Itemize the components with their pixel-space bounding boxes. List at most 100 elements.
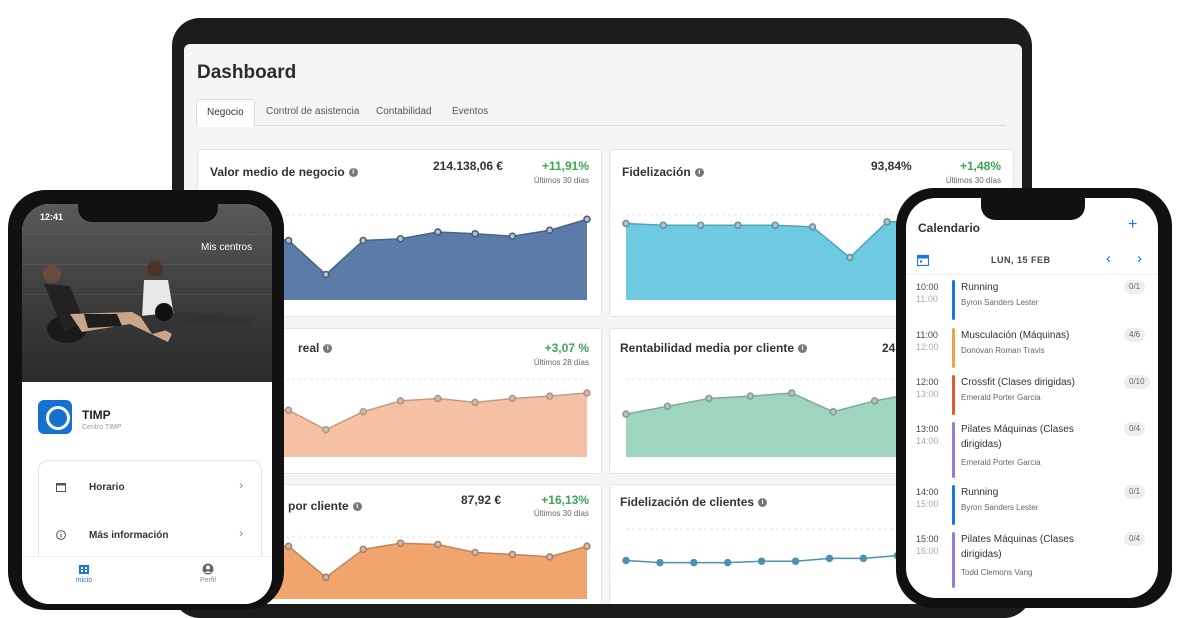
nav-label: Perfil: [200, 577, 216, 584]
event-title: Running: [961, 487, 999, 498]
chart-point[interactable]: [359, 545, 367, 554]
chevron-right-icon: ›: [239, 480, 243, 492]
card-title: por cliente: [288, 499, 349, 513]
chart-point[interactable]: [846, 253, 854, 262]
event-end-time: 16:00: [916, 546, 939, 556]
chart-point[interactable]: [771, 221, 779, 229]
chart-point[interactable]: [583, 389, 591, 397]
calendar-event[interactable]: 12:00 13:00 Crossfit (Clases dirigidas) Eme…: [906, 375, 1158, 415]
tab-control-asistencia[interactable]: Control de asistencia: [256, 99, 369, 125]
chart-point[interactable]: [705, 394, 713, 403]
event-color-bar: [952, 375, 955, 415]
chart-point[interactable]: [656, 558, 664, 567]
calendar-event[interactable]: 11:00 12:00 Musculación (Máquinas) Donovan …: [906, 328, 1158, 368]
nav-perfil[interactable]: Perfil: [178, 563, 238, 584]
event-color-bar: [952, 532, 955, 588]
card-period: Últimos 30 días: [945, 176, 1001, 185]
tab-eventos[interactable]: Eventos: [442, 99, 498, 125]
chart-point[interactable]: [583, 542, 591, 551]
chart-point[interactable]: [359, 236, 367, 245]
info-icon[interactable]: i: [758, 498, 768, 508]
tab-negocio[interactable]: Negocio: [196, 99, 255, 127]
chart-point[interactable]: [829, 408, 837, 416]
card-value: 24: [882, 341, 896, 355]
chart-point[interactable]: [545, 392, 554, 400]
chart-point[interactable]: [322, 573, 330, 582]
calendar-icon[interactable]: [917, 254, 929, 266]
chart-point[interactable]: [883, 218, 891, 226]
tab-bar: Negocio Control de asistencia Contabilid…: [196, 99, 1006, 127]
chart-point[interactable]: [663, 402, 672, 411]
chart-point[interactable]: [284, 236, 293, 245]
event-end-time: 11:00: [916, 294, 938, 304]
chart-point[interactable]: [791, 557, 800, 565]
chart-point[interactable]: [723, 558, 732, 567]
chart-point[interactable]: [396, 397, 405, 405]
chart-point[interactable]: [622, 410, 630, 418]
event-start-time: 12:00: [916, 377, 939, 387]
chart-point[interactable]: [284, 542, 293, 551]
chevron-right-icon: ›: [239, 528, 243, 540]
chart-point[interactable]: [870, 397, 879, 405]
chart-point[interactable]: [659, 221, 668, 229]
info-icon[interactable]: i: [323, 344, 333, 354]
chart-point[interactable]: [508, 232, 517, 240]
chart-point[interactable]: [734, 221, 742, 229]
chart-point[interactable]: [583, 215, 591, 223]
card-period: Últimos 30 días: [533, 176, 589, 185]
chart-point[interactable]: [322, 270, 330, 279]
phone-notch: [78, 204, 218, 222]
chart-point[interactable]: [690, 558, 698, 567]
event-color-bar: [952, 280, 955, 320]
next-day-button[interactable]: ›: [1137, 250, 1142, 267]
chart-point[interactable]: [545, 226, 554, 235]
chart-point[interactable]: [508, 394, 517, 403]
chart-point[interactable]: [508, 550, 517, 559]
mis-centros-link[interactable]: Mis centros: [201, 242, 252, 253]
chart-point[interactable]: [434, 394, 442, 403]
chart-point[interactable]: [757, 557, 766, 565]
calendar-event[interactable]: 15:00 16:00 Pilates Máquinas (Clases dirig…: [906, 532, 1158, 588]
event-capacity-badge: 0/4: [1124, 422, 1146, 436]
add-event-button[interactable]: +: [1128, 216, 1137, 234]
chart-point[interactable]: [284, 406, 293, 414]
tab-contabilidad[interactable]: Contabilidad: [366, 99, 442, 125]
chart-point[interactable]: [788, 389, 796, 397]
chart-point[interactable]: [434, 540, 442, 549]
chart-point[interactable]: [322, 425, 330, 434]
chart-point[interactable]: [471, 229, 479, 238]
card-value: 93,84%: [871, 159, 912, 173]
info-icon[interactable]: i: [352, 502, 362, 512]
event-capacity-badge: 0/1: [1124, 485, 1146, 499]
chart-point[interactable]: [746, 392, 755, 400]
chart-point[interactable]: [622, 556, 630, 565]
chart-point[interactable]: [622, 219, 630, 228]
nav-inicio[interactable]: Inicio: [54, 563, 114, 584]
event-title: Pilates Máquinas (Clases dirigidas): [961, 424, 1074, 450]
chart-point[interactable]: [471, 548, 479, 557]
menu-item-mas-informacion[interactable]: Más información ›: [39, 517, 261, 557]
status-time: 12:41: [40, 212, 64, 222]
event-title: Crossfit (Clases dirigidas): [961, 377, 1075, 388]
chart-point[interactable]: [825, 554, 834, 563]
calendar-event[interactable]: 13:00 14:00 Pilates Máquinas (Clases dirig…: [906, 422, 1158, 478]
chart-point[interactable]: [434, 228, 442, 236]
info-icon[interactable]: i: [694, 168, 704, 178]
chart-point[interactable]: [471, 398, 479, 407]
info-icon[interactable]: i: [798, 344, 808, 354]
chart-point[interactable]: [359, 408, 367, 416]
chart-point[interactable]: [396, 235, 405, 243]
event-color-bar: [952, 485, 955, 525]
chart-point[interactable]: [808, 223, 817, 231]
chart-point[interactable]: [696, 221, 705, 229]
info-icon[interactable]: i: [348, 168, 358, 178]
chart-point[interactable]: [396, 539, 405, 547]
info-icon: [56, 530, 66, 540]
chart-point[interactable]: [545, 553, 554, 561]
menu-item-horario[interactable]: Horario ›: [39, 469, 261, 509]
prev-day-button[interactable]: ‹: [1106, 250, 1111, 267]
calendar-event[interactable]: 14:00 15:00 Running Byron Sanders Lester 0/1: [906, 485, 1158, 525]
calendar-event[interactable]: 10:00 11:00 Running Byron Sanders Lester 0/1: [906, 280, 1158, 320]
center-subtitle: Centro TIMP: [82, 424, 122, 431]
chart-point[interactable]: [859, 554, 868, 563]
